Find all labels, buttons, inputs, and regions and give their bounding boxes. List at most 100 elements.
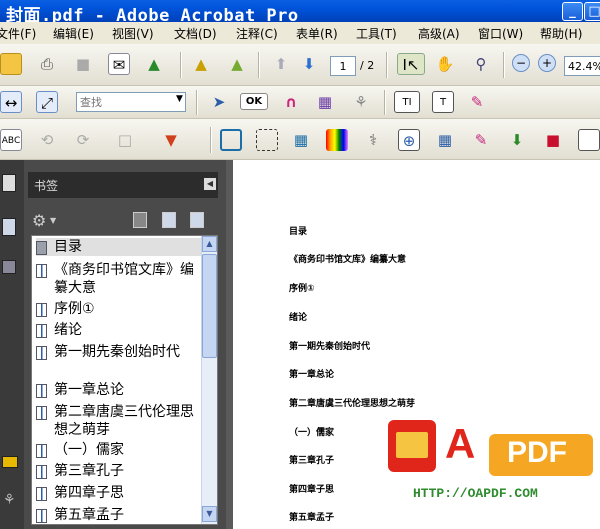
menu-window[interactable]: 窗口(W) (478, 25, 523, 42)
document-icon[interactable] (578, 129, 600, 151)
bookmarks-title: 书签 (34, 179, 59, 193)
options-dropdown-icon[interactable]: ▼ (50, 216, 56, 225)
redo-icon[interactable]: ⟳ (72, 129, 94, 151)
bookmark-item[interactable]: 绪论 (36, 321, 201, 339)
new-bookmark-icon[interactable] (162, 212, 176, 228)
download-icon[interactable]: ⬇ (506, 129, 528, 151)
collapse-panel-icon[interactable]: ◀ (204, 178, 216, 190)
menu-forms[interactable]: 表单(R) (296, 25, 338, 42)
ok-button[interactable]: OK (240, 93, 268, 110)
scroll-thumb[interactable] (202, 254, 217, 358)
next-page-icon[interactable]: ⬇ (298, 53, 320, 75)
toc-line: 第五章孟子 (289, 513, 335, 523)
watermark-url: HTTP://OAPDF.COM (413, 486, 538, 501)
pdf-export-icon[interactable]: ■ (542, 129, 564, 151)
expand-bookmark-icon[interactable] (190, 212, 204, 228)
link-tool-icon[interactable]: ∩ (280, 91, 302, 113)
edit-pencil-icon[interactable]: ✎ (466, 91, 488, 113)
bookmark-item[interactable]: 《商务印书馆文库》编纂大意 (36, 261, 201, 297)
bookmark-item[interactable]: 第二章唐虞三代伦理思想之萌芽 (36, 403, 201, 439)
bookmark-label: 绪论 (54, 322, 82, 338)
prev-page-icon[interactable]: ⬆ (270, 53, 292, 75)
bookmark-label: 第四章子思 (54, 485, 124, 501)
bookmark-item[interactable]: 第五章孟子 (36, 506, 201, 524)
find-input[interactable] (76, 92, 186, 112)
toc-line: 第二章唐虞三代伦理思想之萌芽 (289, 399, 416, 409)
bookmark-item[interactable]: 第三章孔子 (36, 462, 201, 480)
menu-view[interactable]: 视图(V) (112, 25, 154, 42)
note-icon[interactable]: ✎ (470, 129, 492, 151)
pages-icon[interactable] (2, 174, 16, 192)
fit-page-icon[interactable]: ↔ (0, 91, 22, 113)
attachments-icon[interactable]: ⚘ (3, 492, 16, 508)
menu-help[interactable]: 帮助(H) (540, 25, 582, 42)
copy-icon[interactable]: □ (114, 129, 136, 151)
sign-icon[interactable]: ▲ (190, 53, 212, 75)
menu-comments[interactable]: 注释(C) (236, 25, 278, 42)
toc-line: 第一章总论 (289, 370, 335, 380)
stamp-icon[interactable]: ▲ (226, 53, 248, 75)
bookmark-item[interactable]: 序例① (36, 300, 201, 318)
crosshair-icon[interactable]: ⊕ (398, 129, 420, 151)
menu-file[interactable]: 文件(F) (0, 25, 36, 42)
find-dropdown-icon[interactable]: ▼ (176, 94, 183, 104)
color-icon[interactable] (326, 129, 348, 151)
comments-icon[interactable] (2, 456, 18, 468)
bookmark-item[interactable]: 目录 (36, 238, 204, 256)
scroll-down-icon[interactable]: ▼ (202, 506, 217, 522)
bookmark-icon (36, 264, 47, 278)
crop-icon[interactable]: ▦ (314, 91, 336, 113)
bookmark-icon (36, 509, 47, 523)
page-number-input[interactable] (330, 56, 356, 76)
watermark-letter: A (445, 420, 476, 467)
bookmark-item[interactable]: 第四章子思 (36, 484, 201, 502)
minimize-button[interactable]: _ (562, 2, 583, 21)
print-icon[interactable]: ⎙ (36, 53, 58, 75)
bookmark-item[interactable]: 第一期先秦创始时代 (36, 343, 201, 379)
email-icon[interactable]: ✉ (108, 53, 130, 75)
text-box-icon[interactable]: T (432, 91, 454, 113)
flask-icon[interactable]: ⚕ (362, 129, 384, 151)
pointer-icon[interactable]: ➤ (208, 91, 230, 113)
bookmarks-icon[interactable] (2, 218, 16, 236)
separator (384, 90, 386, 115)
bookmark-item[interactable]: 第一章总论 (36, 381, 201, 399)
toc-line: 第四章子思 (289, 485, 335, 495)
text-field-icon[interactable]: TI (394, 91, 420, 113)
hand-tool-icon[interactable]: ✋ (434, 53, 456, 75)
zoom-tool-icon[interactable]: ⚲ (470, 53, 492, 75)
menu-document[interactable]: 文档(D) (174, 25, 217, 42)
toc-line: （一）儒家 (289, 428, 335, 438)
upload-icon[interactable]: ▲ (143, 53, 165, 75)
touchup-icon[interactable]: ▦ (434, 129, 456, 151)
watermark-logo: A PDF HTTP://OAPDF.COM (385, 414, 595, 506)
menu-tools[interactable]: 工具(T) (356, 25, 397, 42)
zoom-input[interactable] (564, 56, 600, 76)
separator (258, 52, 260, 78)
select-tool-icon[interactable]: I↖ (397, 53, 425, 75)
options-gear-icon[interactable]: ⚙ (32, 211, 46, 230)
spell-check-icon[interactable]: ABC (0, 129, 22, 151)
menu-edit[interactable]: 编辑(E) (53, 25, 94, 42)
zoom-in-icon[interactable]: + (538, 54, 556, 72)
navigation-strip: ⚘ (0, 160, 24, 529)
bookmarks-scrollbar[interactable]: ▲ ▼ (201, 236, 217, 524)
frame-icon[interactable] (220, 129, 242, 151)
toc-line: 目录 (289, 227, 308, 237)
zoom-out-icon[interactable]: − (512, 54, 530, 72)
marquee-icon[interactable] (256, 129, 278, 151)
undo-icon[interactable]: ⟲ (36, 129, 58, 151)
save-icon[interactable]: ■ (72, 53, 94, 75)
scroll-up-icon[interactable]: ▲ (202, 236, 217, 252)
bookmark-item[interactable]: （一）儒家 (36, 441, 201, 459)
full-screen-icon[interactable]: ⤢ (36, 91, 58, 113)
measure-icon[interactable]: ▦ (290, 129, 312, 151)
bookmark-label: （一）儒家 (54, 442, 124, 458)
menu-advanced[interactable]: 高级(A) (418, 25, 460, 42)
attach-icon[interactable]: ⚘ (350, 91, 372, 113)
signatures-icon[interactable] (2, 260, 16, 274)
open-folder-icon[interactable] (0, 53, 22, 75)
delete-bookmark-icon[interactable] (133, 212, 147, 228)
maximize-button[interactable]: □ (584, 2, 600, 21)
stamp-tool-icon[interactable]: ▼ (160, 129, 182, 151)
